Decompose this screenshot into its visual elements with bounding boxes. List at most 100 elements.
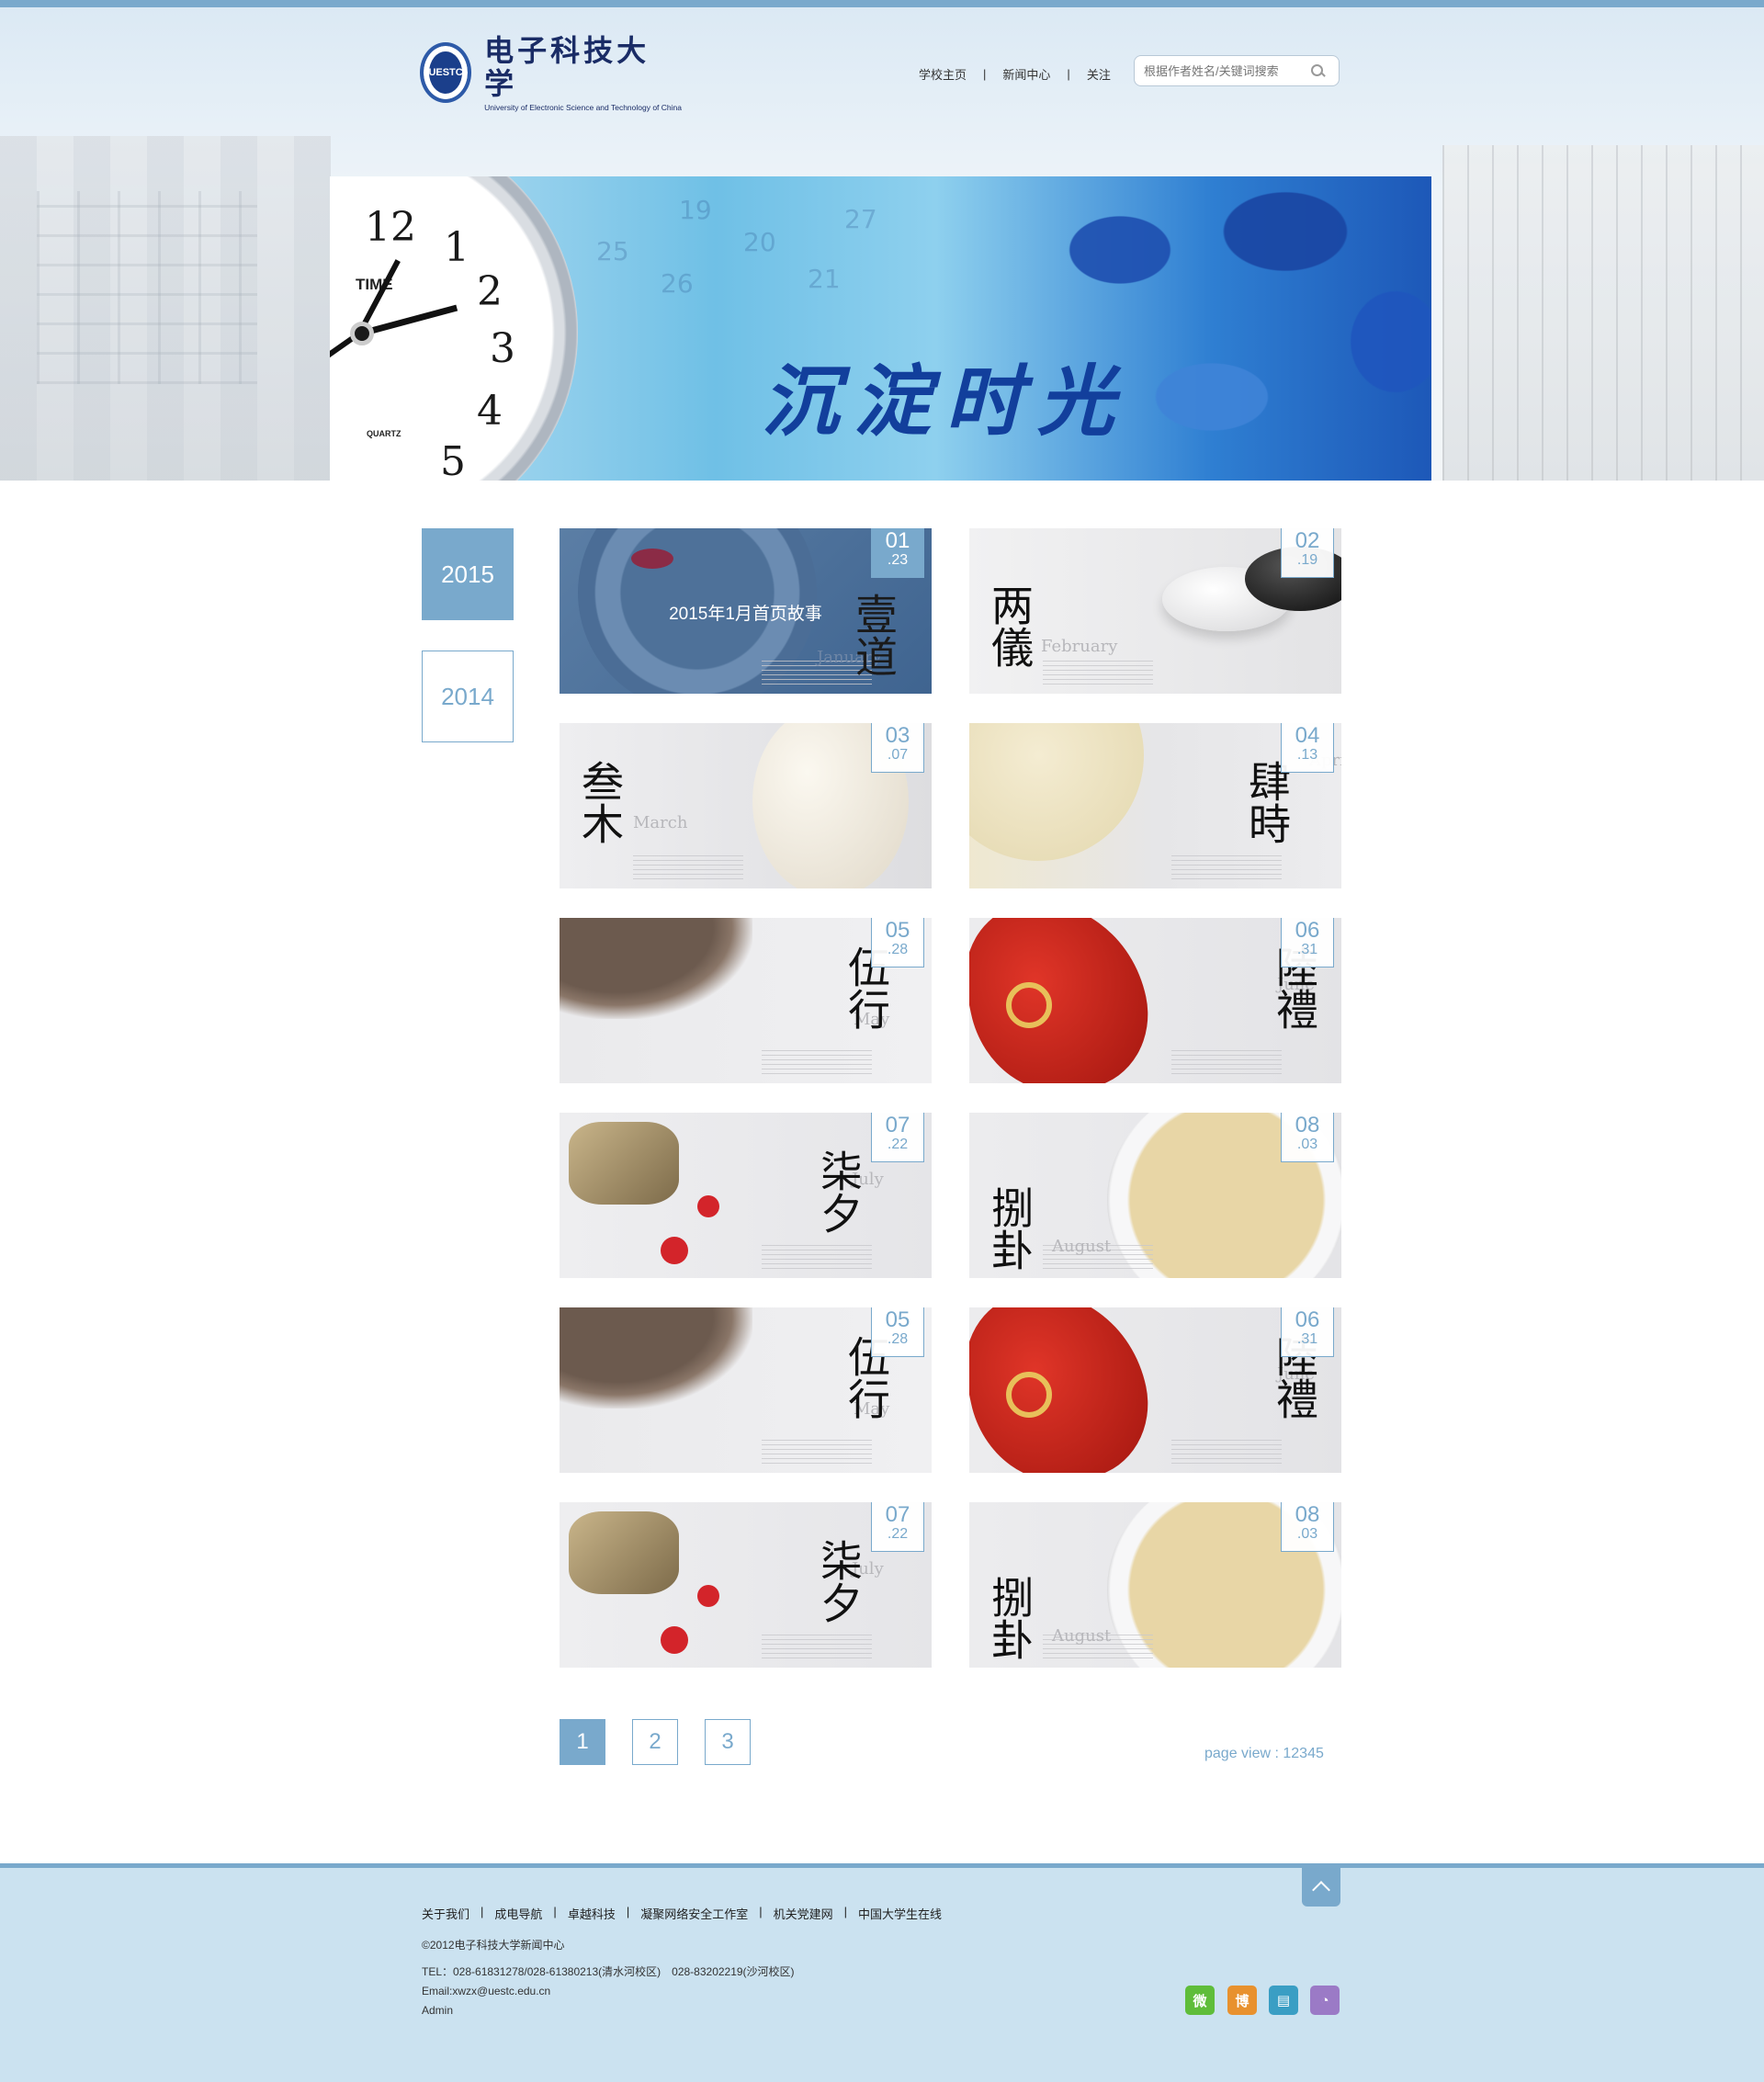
- card-title-cn: 捌卦: [985, 1576, 1035, 1660]
- nav-follow[interactable]: 关注: [1087, 65, 1111, 83]
- footer-link-separator: |: [626, 1905, 630, 1918]
- story-card[interactable]: February 两儀 02.19: [969, 528, 1341, 694]
- story-card[interactable]: August 捌卦 08.03: [969, 1502, 1341, 1668]
- university-emblem-icon: UESTC: [420, 42, 472, 103]
- card-date-badge: 04.13: [1281, 723, 1334, 773]
- card-date-badge: 03.07: [871, 723, 924, 773]
- clock-number: 12: [365, 204, 416, 251]
- card-date-day: .28: [887, 942, 909, 957]
- story-card[interactable]: May 伍行 05.28: [560, 918, 932, 1083]
- card-date-badge: 06.31: [1281, 1307, 1334, 1357]
- card-date-month: 07: [885, 1502, 910, 1527]
- clock-number: 2: [477, 268, 503, 315]
- rss-icon[interactable]: ◔: [1310, 1986, 1340, 2015]
- banner-bg-digit: 20: [743, 227, 776, 257]
- card-date-month: 06: [1295, 918, 1320, 943]
- card-month-en: August: [1052, 1237, 1112, 1256]
- card-body-text-lines: [1171, 1047, 1282, 1074]
- footer-links: 关于我们 | 成电导航 | 卓越科技 | 凝聚网络安全工作室 | 机关党建网 | 中国大学…: [422, 1905, 942, 1922]
- footer-link-party-building[interactable]: 机关党建网: [774, 1905, 833, 1922]
- page-button-2[interactable]: 2: [632, 1719, 678, 1765]
- card-date-day: .03: [1296, 1137, 1318, 1152]
- card-date-day: .13: [1296, 747, 1318, 763]
- story-card[interactable]: January 壹道 2015年1月首页故事 01.23: [560, 528, 932, 694]
- book-icon[interactable]: ▤: [1269, 1986, 1298, 2015]
- card-date-badge: 06.31: [1281, 918, 1334, 967]
- card-date-day: .19: [1296, 552, 1318, 568]
- footer-copyright: ©2012电子科技大学新闻中心: [422, 1939, 565, 1952]
- card-date-badge: 05.28: [871, 918, 924, 967]
- card-date-day: .22: [887, 1526, 909, 1542]
- card-body-text-lines: [633, 852, 743, 879]
- card-body-text-lines: [1043, 657, 1153, 685]
- card-date-month: 08: [1295, 1502, 1320, 1527]
- footer-link-excellence[interactable]: 卓越科技: [568, 1905, 616, 1922]
- back-to-top-button[interactable]: [1302, 1868, 1340, 1907]
- search-input[interactable]: [1144, 63, 1309, 78]
- story-card[interactable]: March 叁木 03.07: [560, 723, 932, 888]
- story-card[interactable]: August 捌卦 08.03: [969, 1113, 1341, 1278]
- nav-news-center[interactable]: 新闻中心: [1002, 65, 1050, 83]
- card-date-badge: 01.23: [871, 528, 924, 578]
- page-view-counter: page view : 12345: [1204, 1746, 1324, 1761]
- footer-email: Email:xwzx@uestc.edu.cn: [422, 1985, 551, 1997]
- year-tab-2014[interactable]: 2014: [422, 651, 514, 742]
- nav-separator: |: [1067, 66, 1070, 81]
- card-body-text-lines: [762, 1047, 872, 1074]
- card-body-text-lines: [762, 1436, 872, 1464]
- card-date-badge: 02.19: [1281, 528, 1334, 578]
- footer-link-student-online[interactable]: 中国大学生在线: [858, 1905, 942, 1922]
- footer-link-uestc-nav[interactable]: 成电导航: [494, 1905, 542, 1922]
- weibo-icon[interactable]: 博: [1227, 1986, 1257, 2015]
- top-nav: 学校主页 | 新闻中心 | 关注: [919, 64, 1111, 83]
- hero-banner: 19 20 25 26 21 27 12 1 2 3 4 5 TIME QUAR…: [330, 176, 1431, 481]
- footer-admin[interactable]: Admin: [422, 2004, 453, 2017]
- nav-separator: |: [983, 66, 987, 81]
- card-date-day: .03: [1296, 1526, 1318, 1542]
- story-card[interactable]: April肆時04.13: [969, 723, 1341, 888]
- story-card[interactable]: June 陸禮 06.31: [969, 918, 1341, 1083]
- nav-school-home[interactable]: 学校主页: [919, 65, 967, 83]
- banner-bg-digit: 25: [596, 236, 629, 266]
- card-date-badge: 07.22: [871, 1502, 924, 1552]
- logo-english-name: University of Electronic Science and Tec…: [484, 102, 682, 112]
- year-tab-2015[interactable]: 2015: [422, 528, 514, 620]
- story-card[interactable]: July 柒夕 07.22: [560, 1502, 932, 1668]
- story-card[interactable]: July 柒夕 07.22: [560, 1113, 932, 1278]
- banner-title: 沉淀时光: [762, 356, 1130, 447]
- story-card[interactable]: June 陸禮 06.31: [969, 1307, 1341, 1473]
- alarm-clock-image: 12 1 2 3 4 5 TIME QUARTZ: [330, 176, 578, 481]
- banner-bg-digit: 21: [808, 264, 841, 294]
- page-button-1[interactable]: 1: [560, 1719, 605, 1765]
- logo-chinese-name: 电子科技大学: [484, 32, 650, 101]
- page-button-3[interactable]: 3: [705, 1719, 751, 1765]
- card-date-month: 08: [1295, 1113, 1320, 1137]
- clock-number: 4: [477, 388, 503, 435]
- card-date-month: 01: [885, 528, 910, 553]
- card-title-cn: 捌卦: [985, 1186, 1035, 1271]
- card-title-cn: 两儀: [985, 583, 1035, 668]
- card-date-badge: 07.22: [871, 1113, 924, 1162]
- search-icon[interactable]: [1309, 62, 1326, 79]
- card-date-badge: 08.03: [1281, 1502, 1334, 1552]
- banner-bg-digit: 19: [679, 195, 712, 225]
- campus-building-left: [0, 136, 331, 481]
- search-box: [1134, 55, 1340, 86]
- university-logo[interactable]: UESTC 电子科技大学 University of Electronic Sc…: [420, 34, 682, 112]
- story-card[interactable]: May 伍行 05.28: [560, 1307, 932, 1473]
- footer-link-separator: |: [843, 1905, 848, 1918]
- card-date-day: .22: [887, 1137, 909, 1152]
- footer-link-separator: |: [759, 1905, 763, 1918]
- card-date-month: 06: [1295, 1307, 1320, 1332]
- clock-number: 1: [444, 224, 469, 271]
- wechat-icon[interactable]: 微: [1185, 1986, 1215, 2015]
- footer-link-separator: |: [553, 1905, 557, 1918]
- footer-link-about[interactable]: 关于我们: [422, 1905, 469, 1922]
- footer: [0, 1863, 1764, 2082]
- card-body-text-lines: [762, 1631, 872, 1658]
- card-month-en: August: [1052, 1626, 1112, 1646]
- footer-link-separator: |: [481, 1905, 484, 1918]
- clock-label-quartz: QUARTZ: [367, 429, 401, 438]
- footer-link-security-studio[interactable]: 凝聚网络安全工作室: [640, 1905, 748, 1922]
- card-body-text-lines: [762, 1241, 872, 1269]
